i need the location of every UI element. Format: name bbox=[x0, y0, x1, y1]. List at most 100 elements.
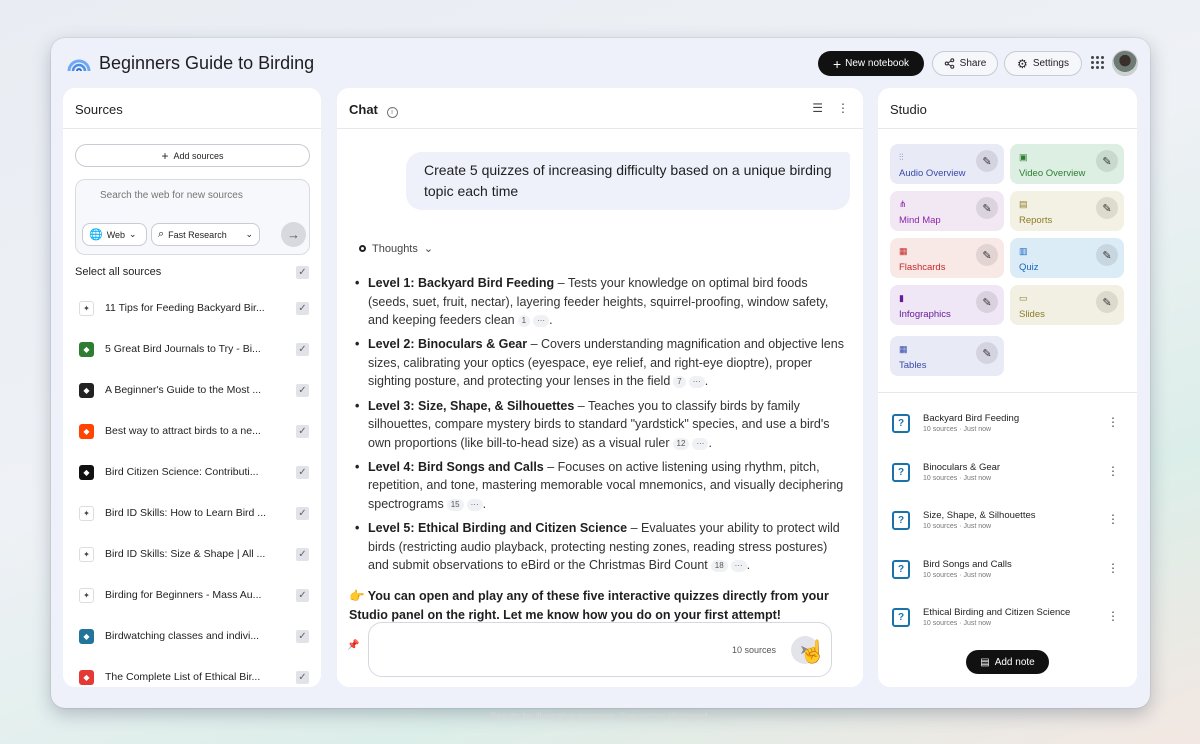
chevron-down-icon: ⌄ bbox=[129, 229, 137, 239]
studio-tile-mind-map[interactable]: ⋔ Mind Map ✎ bbox=[890, 191, 1004, 231]
source-item[interactable]: ◆ 5 Great Bird Journals to Try - Bi... ✓ bbox=[63, 330, 321, 371]
source-item[interactable]: ✦ Bird ID Skills: How to Learn Bird ... ✓ bbox=[63, 494, 321, 535]
search-icon: ⌕ bbox=[158, 228, 165, 240]
source-item[interactable]: ◆ Birdwatching classes and indivi... ✓ bbox=[63, 617, 321, 658]
citation-chip[interactable]: 18 bbox=[710, 560, 728, 573]
edit-pencil-icon[interactable]: ✎ bbox=[1096, 197, 1118, 219]
source-checkbox[interactable]: ✓ bbox=[296, 630, 309, 643]
sources-panel: Sources + Add sources 🌐 Web ⌄ ⌕ Fast Res… bbox=[63, 88, 321, 687]
app-window: Beginners Guide to Birding + New noteboo… bbox=[51, 38, 1150, 708]
more-citations-chip[interactable]: ··· bbox=[466, 499, 483, 512]
notebooklm-logo-icon[interactable] bbox=[67, 52, 91, 72]
source-item-label: Birdwatching classes and indivi... bbox=[105, 630, 260, 642]
studio-tile-label: Infographics bbox=[899, 309, 951, 320]
research-chip-label: Fast Research bbox=[168, 229, 227, 240]
reddit-icon: ◆ bbox=[79, 424, 94, 439]
studio-tile-tables[interactable]: ▦ Tables ✎ bbox=[890, 336, 1004, 376]
edit-pencil-icon[interactable]: ✎ bbox=[976, 342, 998, 364]
source-item-label: Birding for Beginners - Mass Au... bbox=[105, 589, 262, 601]
add-note-button[interactable]: ▤ Add note bbox=[966, 650, 1049, 674]
chat-title-label: Chat bbox=[349, 102, 378, 117]
search-input[interactable] bbox=[100, 190, 280, 201]
source-checkbox[interactable]: ✓ bbox=[296, 507, 309, 520]
source-item[interactable]: ◆ A Beginner's Guide to the Most ... ✓ bbox=[63, 371, 321, 412]
notebook-title[interactable]: Beginners Guide to Birding bbox=[99, 53, 314, 74]
studio-note-item[interactable]: ? Backyard Bird Feeding 10 sources · Just … bbox=[878, 406, 1137, 455]
edit-pencil-icon[interactable]: ✎ bbox=[976, 197, 998, 219]
add-sources-button[interactable]: + Add sources bbox=[75, 144, 310, 167]
select-all-checkbox[interactable]: ✓ bbox=[296, 266, 309, 279]
info-icon[interactable]: i bbox=[386, 107, 398, 118]
source-checkbox[interactable]: ✓ bbox=[296, 425, 309, 438]
avatar[interactable] bbox=[1112, 50, 1138, 76]
citation-chip[interactable]: 7 bbox=[673, 376, 686, 389]
more-vert-icon[interactable]: ⋮ bbox=[1107, 512, 1119, 526]
divider bbox=[63, 128, 321, 129]
source-checkbox[interactable]: ✓ bbox=[296, 466, 309, 479]
pin-icon[interactable]: 📌 bbox=[347, 640, 359, 651]
source-item[interactable]: ◆ The Complete List of Ethical Bir... ✓ bbox=[63, 658, 321, 687]
source-item[interactable]: ✦ 11 Tips for Feeding Backyard Bir... ✓ bbox=[63, 289, 321, 330]
studio-tile-reports[interactable]: ▤ Reports ✎ bbox=[1010, 191, 1124, 231]
new-notebook-button[interactable]: + New notebook bbox=[818, 51, 924, 76]
research-mode-dropdown[interactable]: ⌕ Fast Research ⌄ bbox=[151, 223, 260, 246]
source-checkbox[interactable]: ✓ bbox=[296, 384, 309, 397]
source-item[interactable]: ◆ Best way to attract birds to a ne... ✓ bbox=[63, 412, 321, 453]
studio-tile-flashcards[interactable]: ▦ Flashcards ✎ bbox=[890, 238, 1004, 278]
edit-pencil-icon[interactable]: ✎ bbox=[1096, 150, 1118, 172]
apps-grid-icon[interactable] bbox=[1091, 56, 1105, 70]
edit-pencil-icon[interactable]: ✎ bbox=[976, 150, 998, 172]
source-checkbox[interactable]: ✓ bbox=[296, 343, 309, 356]
thoughts-toggle[interactable]: Thoughts ⌄ bbox=[359, 242, 433, 255]
citation-chip[interactable]: 12 bbox=[672, 437, 690, 450]
source-item[interactable]: ✦ Birding for Beginners - Mass Au... ✓ bbox=[63, 576, 321, 617]
note-title: Backyard Bird Feeding bbox=[923, 413, 1020, 424]
more-citations-chip[interactable]: ··· bbox=[533, 315, 550, 328]
web-source-dropdown[interactable]: 🌐 Web ⌄ bbox=[82, 223, 147, 246]
more-citations-chip[interactable]: ··· bbox=[688, 376, 705, 389]
edit-pencil-icon[interactable]: ✎ bbox=[976, 291, 998, 313]
edit-pencil-icon[interactable]: ✎ bbox=[1096, 244, 1118, 266]
studio-tile-slides[interactable]: ▭ Slides ✎ bbox=[1010, 285, 1124, 325]
slides-icon: ▭ bbox=[1019, 293, 1028, 303]
chat-input[interactable]: 10 sources ➤ bbox=[368, 622, 832, 677]
more-citations-chip[interactable]: ··· bbox=[692, 437, 709, 450]
source-checkbox[interactable]: ✓ bbox=[296, 671, 309, 684]
source-checkbox[interactable]: ✓ bbox=[296, 589, 309, 602]
flashcards-icon: ▦ bbox=[899, 246, 908, 256]
source-checkbox[interactable]: ✓ bbox=[296, 548, 309, 561]
more-vert-icon[interactable]: ⋮ bbox=[1107, 561, 1119, 575]
video-icon: ▣ bbox=[1019, 152, 1028, 162]
studio-note-item[interactable]: ? Size, Shape, & Silhouettes 10 sources · … bbox=[878, 503, 1137, 552]
studio-tile-label: Slides bbox=[1019, 309, 1045, 320]
share-button[interactable]: Share bbox=[932, 51, 998, 76]
settings-button[interactable]: ⚙ Settings bbox=[1004, 51, 1082, 76]
citation-chip[interactable]: 15 bbox=[446, 499, 464, 512]
more-vert-icon[interactable]: ⋮ bbox=[1107, 415, 1119, 429]
tune-settings-icon[interactable]: ☰ bbox=[812, 101, 823, 115]
studio-note-item[interactable]: ? Bird Songs and Calls 10 sources · Just n… bbox=[878, 552, 1137, 601]
quiz-note-icon: ? bbox=[892, 559, 910, 579]
source-checkbox[interactable]: ✓ bbox=[296, 302, 309, 315]
chat-title: Chat i bbox=[349, 102, 398, 118]
source-item[interactable]: ✦ Bird ID Skills: Size & Shape | All ... ✓ bbox=[63, 535, 321, 576]
submit-search-button[interactable]: → bbox=[281, 222, 306, 247]
more-vert-icon[interactable]: ⋮ bbox=[1107, 464, 1119, 478]
more-citations-chip[interactable]: ··· bbox=[730, 560, 747, 573]
studio-tile-infographics[interactable]: ▮ Infographics ✎ bbox=[890, 285, 1004, 325]
source-item[interactable]: ◆ Bird Citizen Science: Contributi... ✓ bbox=[63, 453, 321, 494]
studio-tile-audio-overview[interactable]: ⫶⫶ Audio Overview ✎ bbox=[890, 144, 1004, 184]
more-vert-icon[interactable]: ⋮ bbox=[1107, 609, 1119, 623]
edit-pencil-icon[interactable]: ✎ bbox=[976, 244, 998, 266]
citation-chip[interactable]: 1 bbox=[517, 315, 531, 328]
add-sources-label: Add sources bbox=[173, 150, 224, 161]
more-vert-icon[interactable]: ⋮ bbox=[837, 101, 849, 115]
note-meta: 10 sources · Just now bbox=[923, 474, 992, 482]
studio-note-item[interactable]: ? Binoculars & Gear 10 sources · Just now ⋮ bbox=[878, 455, 1137, 504]
thoughts-label: Thoughts bbox=[372, 242, 418, 255]
studio-tile-video-overview[interactable]: ▣ Video Overview ✎ bbox=[1010, 144, 1124, 184]
studio-tile-quiz[interactable]: ▥ Quiz ✎ bbox=[1010, 238, 1124, 278]
web-chip-label: Web bbox=[106, 229, 126, 240]
studio-note-item[interactable]: ? Ethical Birding and Citizen Science 10 s… bbox=[878, 600, 1137, 649]
edit-pencil-icon[interactable]: ✎ bbox=[1096, 291, 1118, 313]
